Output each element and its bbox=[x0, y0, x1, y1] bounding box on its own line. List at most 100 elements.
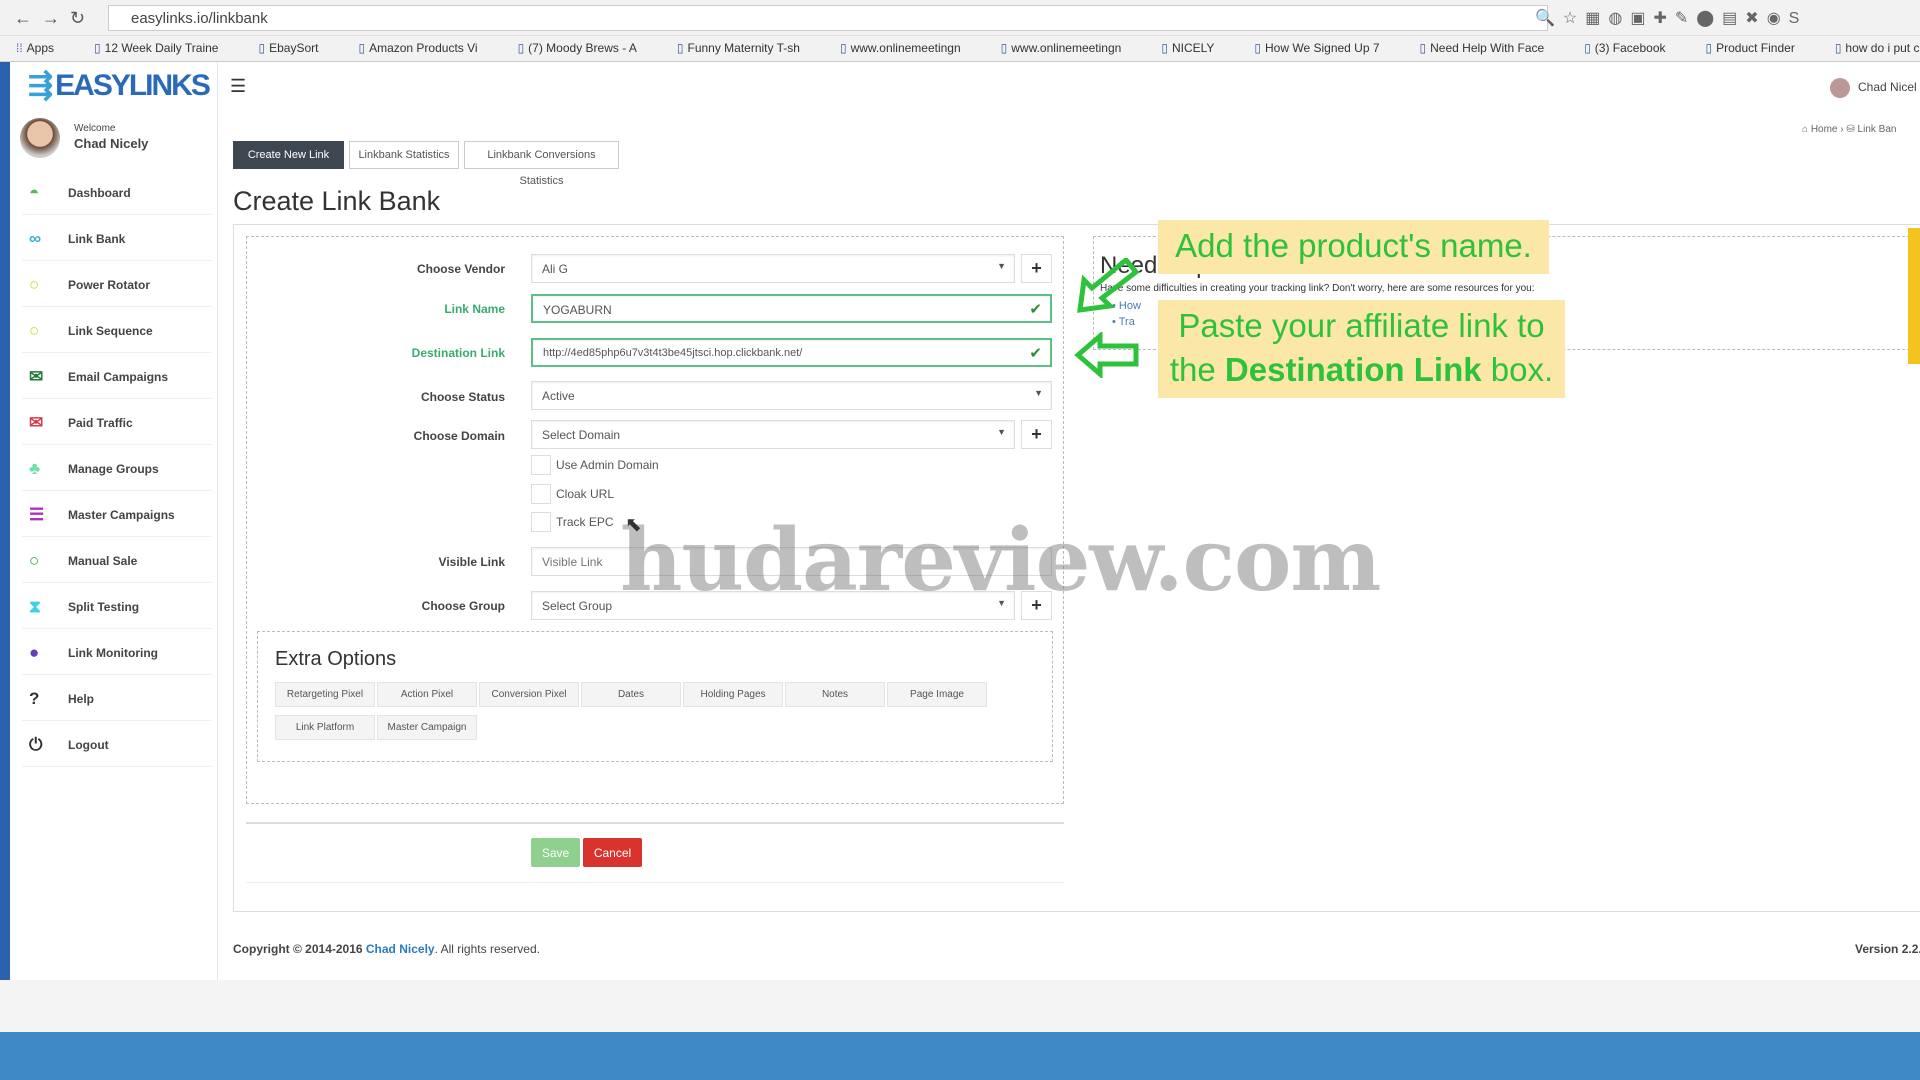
bookmark-item[interactable]: ▯ How We Signed Up 7 bbox=[1254, 41, 1399, 55]
bookmark-icon: ▯ bbox=[1254, 41, 1262, 55]
header-user-menu[interactable]: Chad Nicel bbox=[1830, 78, 1917, 98]
sidebar-item-paid-traffic[interactable]: ✉ Paid Traffic bbox=[22, 401, 212, 445]
extra-option-retargeting-pixel[interactable]: Retargeting Pixel bbox=[275, 682, 375, 707]
add-domain-button[interactable]: + bbox=[1021, 420, 1052, 449]
link-name-input[interactable]: YOGABURN ✔ bbox=[531, 294, 1052, 323]
bookmark-item[interactable]: ▯ (7) Moody Brews - A bbox=[518, 41, 657, 55]
bookmark-item[interactable]: ▯ EbaySort bbox=[258, 41, 338, 55]
save-button[interactable]: Save bbox=[531, 838, 580, 867]
sidebar-item-label: Dashboard bbox=[68, 185, 131, 200]
destination-link-input[interactable]: http://4ed85php6u7v3t4t3be45jtsci.hop.cl… bbox=[531, 338, 1052, 367]
bookmark-item[interactable]: ▯ www.onlinemeetingn bbox=[1001, 41, 1142, 55]
bookmark-item[interactable]: ▯ www.onlinemeetingn bbox=[840, 41, 981, 55]
bookmark-item[interactable]: ▯ Need Help With Face bbox=[1420, 41, 1565, 55]
status-label: Choose Status bbox=[420, 390, 505, 404]
bookmark-icon: ▯ bbox=[1584, 41, 1591, 55]
bookmark-icon: ⁞⁞ bbox=[16, 41, 23, 55]
sidebar-item-email-campaigns[interactable]: ✉ Email Campaigns bbox=[22, 355, 212, 399]
breadcrumb[interactable]: ⌂ Home › ⛁ Link Ban bbox=[1802, 124, 1896, 135]
tab-linkbank-conversions-statistics[interactable]: Linkbank Conversions Statistics bbox=[464, 141, 619, 187]
sidebar-item-power-rotator[interactable]: ○ Power Rotator bbox=[22, 263, 212, 307]
sidebar-item-master-campaigns[interactable]: ☰ Master Campaigns bbox=[22, 493, 212, 537]
extra-option-holding-pages[interactable]: Holding Pages bbox=[683, 682, 783, 707]
logo[interactable]: ⇶ EASYLINKS bbox=[28, 68, 211, 103]
bookmark-icon: ▯ bbox=[517, 41, 525, 55]
group-select[interactable]: Select Group ▼ bbox=[531, 591, 1015, 620]
sidebar-item-manual-sale[interactable]: ○ Manual Sale bbox=[22, 539, 212, 583]
menu-toggle-icon[interactable]: ☰ bbox=[230, 76, 246, 97]
extension-icons[interactable]: 🔍☆▦◍▣✚✎⬤▤✖◉S bbox=[1535, 8, 1807, 28]
sidebar-item-dashboard[interactable]: ◓ Dashboard bbox=[22, 171, 212, 215]
bookmark-item[interactable]: ▯ (3) Facebook bbox=[1584, 41, 1685, 55]
sidebar-item-label: Split Testing bbox=[68, 599, 140, 614]
bookmark-label: how do i put credit c bbox=[1845, 41, 1920, 55]
callout-bold: Destination Link bbox=[1224, 351, 1482, 388]
author-link[interactable]: Chad Nicely bbox=[366, 942, 435, 956]
add-group-button[interactable]: + bbox=[1021, 591, 1052, 620]
extra-option-master-campaign[interactable]: Master Campaign bbox=[377, 715, 477, 740]
add-vendor-button[interactable]: + bbox=[1021, 254, 1052, 283]
bookmark-icon: ▯ bbox=[839, 41, 847, 55]
check-icon: ✔ bbox=[1029, 301, 1042, 318]
extra-option-action-pixel[interactable]: Action Pixel bbox=[377, 682, 477, 707]
visible-link-input[interactable] bbox=[531, 547, 1052, 576]
dashboard-icon: ◓ bbox=[29, 182, 40, 202]
extra-option-dates[interactable]: Dates bbox=[581, 682, 681, 707]
sidebar-item-help[interactable]: ? Help bbox=[22, 677, 212, 721]
tab-linkbank-statistics[interactable]: Linkbank Statistics bbox=[349, 141, 459, 169]
domain-value: Select Domain bbox=[542, 428, 621, 442]
sidebar-item-link-bank[interactable]: ∞ Link Bank bbox=[22, 217, 212, 261]
cloak-url-checkbox[interactable] bbox=[531, 484, 551, 504]
address-bar[interactable]: easylinks.io/linkbank bbox=[108, 5, 1548, 31]
track-epc-checkbox[interactable] bbox=[531, 512, 551, 532]
sidebar-item-link-monitoring[interactable]: ● Link Monitoring bbox=[22, 631, 212, 675]
extra-option-notes[interactable]: Notes bbox=[785, 682, 885, 707]
tab-create-new-link[interactable]: Create New Link bbox=[233, 141, 344, 169]
feedback-tab[interactable] bbox=[1908, 228, 1920, 364]
bookmark-icon: ▯ bbox=[1419, 41, 1427, 55]
power-icon: ⏻ bbox=[29, 734, 43, 754]
bookmark-item[interactable]: ▯ NICELY bbox=[1161, 41, 1234, 55]
sidebar-item-link-sequence[interactable]: ○ Link Sequence bbox=[22, 309, 212, 353]
callout-text: the bbox=[1169, 351, 1225, 388]
extra-option-conversion-pixel[interactable]: Conversion Pixel bbox=[479, 682, 579, 707]
bookmark-label: Amazon Products Vi bbox=[369, 41, 478, 55]
bookmark-item[interactable]: ▯ 12 Week Daily Traine bbox=[94, 41, 238, 55]
callout-line1: Paste your affiliate link to bbox=[1178, 307, 1545, 344]
domain-select[interactable]: Select Domain ▼ bbox=[531, 420, 1015, 449]
link-name-label: Link Name bbox=[444, 302, 505, 316]
header-avatar bbox=[1830, 78, 1850, 98]
sidebar-item-label: Power Rotator bbox=[68, 277, 151, 292]
bookmark-icon: ▯ bbox=[676, 41, 684, 55]
mouse-cursor-icon: ⬉ bbox=[625, 514, 642, 536]
use-admin-domain-checkbox[interactable] bbox=[531, 455, 551, 475]
bookmark-label: 12 Week Daily Traine bbox=[104, 41, 219, 55]
sidebar-item-split-testing[interactable]: ⧗ Split Testing bbox=[22, 585, 212, 629]
caret-down-icon: ▼ bbox=[997, 427, 1006, 437]
bookmark-item[interactable]: ▯ Amazon Products Vi bbox=[358, 41, 497, 55]
browser-nav-buttons[interactable]: ←→↻ bbox=[14, 8, 95, 29]
cancel-button[interactable]: Cancel bbox=[583, 838, 642, 867]
bookmark-item[interactable]: ⁞⁞ Apps bbox=[16, 41, 74, 55]
vendor-label: Choose Vendor bbox=[416, 262, 505, 276]
bookmark-label: EbaySort bbox=[269, 41, 319, 55]
status-select[interactable]: Active ▼ bbox=[531, 381, 1052, 410]
bookmark-item[interactable]: ▯ Product Finder bbox=[1706, 41, 1815, 55]
footer-copyright: Copyright © 2014-2016 Chad Nicely. All r… bbox=[233, 942, 540, 956]
user-name: Chad Nicely bbox=[74, 136, 149, 151]
extra-option-page-image[interactable]: Page Image bbox=[887, 682, 987, 707]
sidebar-item-logout[interactable]: ⏻ Logout bbox=[22, 723, 212, 767]
hourglass-icon: ⧗ bbox=[29, 596, 41, 616]
sidebar-item-label: Email Campaigns bbox=[68, 369, 169, 384]
vendor-select[interactable]: Ali G ▼ bbox=[531, 254, 1015, 283]
bookmark-icon: ▯ bbox=[94, 41, 101, 55]
bookmark-item[interactable]: ▯how do i put credit c bbox=[1835, 41, 1920, 55]
sidebar-item-manage-groups[interactable]: ♣ Manage Groups bbox=[22, 447, 212, 491]
extra-option-link-platform[interactable]: Link Platform bbox=[275, 715, 375, 740]
sidebar-item-label: Manage Groups bbox=[68, 461, 159, 476]
caret-down-icon: ▼ bbox=[997, 598, 1006, 608]
bookmark-item[interactable]: ▯ Funny Maternity T-sh bbox=[677, 41, 820, 55]
logo-text: EASYLINKS bbox=[55, 69, 211, 102]
desktop-edge bbox=[0, 62, 10, 1032]
bookmark-label: Apps bbox=[26, 41, 55, 55]
